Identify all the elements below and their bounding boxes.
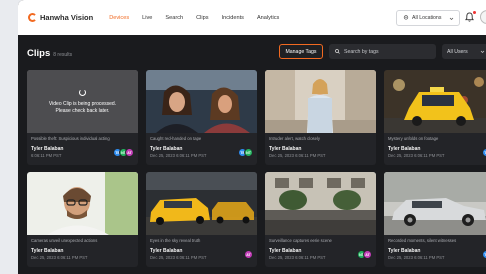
- clip-description: Recorded moments, silent witnesses: [388, 238, 457, 243]
- location-select[interactable]: All Locations: [396, 10, 460, 26]
- clip-date: Dec 25, 2023 6:06:11 PM PST: [269, 255, 326, 260]
- nav-devices[interactable]: Devices: [109, 15, 129, 21]
- logo[interactable]: Hanwha Vision: [28, 13, 93, 22]
- clip-thumbnail[interactable]: [27, 172, 138, 235]
- clip-tags: NT AT: [357, 250, 372, 259]
- nav-incidents[interactable]: Incidents: [222, 15, 244, 21]
- clip-date: Dec 25, 2023 6:06:11 PM PST: [388, 153, 445, 158]
- clip-tags: TE NT AT: [113, 148, 134, 157]
- clip-card[interactable]: Cameras unveil unexpected actions Tyler …: [27, 172, 138, 267]
- clip-date: Dec 25, 2023 6:06:11 PM PST: [31, 255, 88, 260]
- clip-owner: Tyler Balaban: [31, 146, 64, 152]
- clip-tags: AT: [244, 250, 253, 259]
- clip-description: Mystery unfolds on footage: [388, 136, 439, 141]
- clip-owner: Tyler Balaban: [388, 146, 421, 152]
- clip-owner: Tyler Balaban: [269, 248, 302, 254]
- processing-overlay: Video Clip is being processed. Please ch…: [27, 70, 138, 133]
- logo-text: Hanwha Vision: [40, 13, 94, 22]
- search-icon: [335, 49, 340, 54]
- main-nav: Devices Live Search Clips Incidents Anal…: [109, 15, 279, 21]
- logo-icon: [28, 13, 37, 22]
- clip-description: Surveillance captures eerie scene: [269, 238, 332, 243]
- clip-date: Dec 25, 2023 6:06:11 PM PST: [150, 255, 207, 260]
- clip-description: Cameras unveil unexpected actions: [31, 238, 98, 243]
- location-select-value: All Locations: [412, 15, 442, 21]
- search-box: [329, 44, 436, 59]
- search-input[interactable]: [344, 48, 434, 55]
- loading-spinner-icon: [79, 88, 86, 96]
- clip-card[interactable]: Video Clip is being processed. Please ch…: [27, 70, 138, 165]
- clip-card[interactable]: Mystery unfolds on footage Tyler Balaban…: [384, 70, 486, 165]
- clip-description: Possible theft: Suspicious individual ac…: [31, 136, 110, 141]
- clip-owner: Tyler Balaban: [150, 146, 183, 152]
- page-title: Clips 8 results: [27, 48, 72, 59]
- processing-message-line2: Please check back later.: [55, 107, 110, 114]
- nav-analytics[interactable]: Analytics: [257, 15, 279, 21]
- clip-thumbnail[interactable]: [384, 172, 486, 235]
- clip-card[interactable]: Intruder alert, watch closely Tyler Bala…: [265, 70, 376, 165]
- tag-badge: TE: [482, 250, 486, 259]
- processing-message-line1: Video Clip is being processed.: [48, 100, 117, 107]
- page-title-text: Clips: [27, 48, 51, 59]
- clip-card[interactable]: Eyes in the sky reveal truth Tyler Balab…: [146, 172, 257, 267]
- clip-date: 6:06:11 PM PST: [31, 153, 62, 158]
- clip-card[interactable]: Surveillance captures eerie scene Tyler …: [265, 172, 376, 267]
- chevron-down-icon: [480, 50, 485, 54]
- users-filter-value: All Users: [447, 48, 468, 55]
- location-pin-icon: [403, 15, 409, 20]
- clip-date: Dec 25, 2023 6:06:11 PM PST: [150, 153, 207, 158]
- clip-thumbnail[interactable]: [146, 172, 257, 235]
- app-window: Hanwha Vision Devices Live Search Clips …: [18, 0, 486, 274]
- nav-live[interactable]: Live: [142, 15, 152, 21]
- tag-badge: AT: [244, 250, 253, 259]
- clip-description: Eyes in the sky reveal truth: [150, 238, 201, 243]
- tag-badge: AT: [125, 148, 134, 157]
- chevron-down-icon: [449, 17, 454, 20]
- notification-badge: [473, 11, 476, 14]
- tag-badge: NT: [244, 148, 253, 157]
- nav-search[interactable]: Search: [165, 15, 183, 21]
- nav-clips[interactable]: Clips: [196, 15, 208, 21]
- clips-page: Clips8 results Manage Tags All Users Vid…: [18, 35, 486, 274]
- manage-tags-button[interactable]: Manage Tags: [279, 44, 323, 59]
- clip-thumbnail[interactable]: [146, 70, 257, 133]
- clip-description: Intruder alert, watch closely: [269, 136, 320, 141]
- clip-thumbnail[interactable]: [265, 70, 376, 133]
- users-filter-select[interactable]: All Users: [442, 44, 486, 59]
- tag-badge: AT: [363, 250, 372, 259]
- clip-date: Dec 25, 2023 6:06:11 PM PST: [388, 255, 445, 260]
- clip-tags: TE NT: [238, 148, 253, 157]
- tag-badge: TE: [482, 148, 486, 157]
- clip-owner: Tyler Balaban: [31, 248, 64, 254]
- clip-owner: Tyler Balaban: [150, 248, 183, 254]
- clip-description: Caught red-handed on tape: [150, 136, 202, 141]
- clip-thumbnail[interactable]: [265, 172, 376, 235]
- clip-thumbnail[interactable]: [384, 70, 486, 133]
- clip-thumbnail[interactable]: Video Clip is being processed. Please ch…: [27, 70, 138, 133]
- clip-card[interactable]: Recorded moments, silent witnesses Tyler…: [384, 172, 486, 267]
- clip-date: Dec 25, 2023 6:06:11 PM PST: [269, 153, 326, 158]
- clip-owner: Tyler Balaban: [269, 146, 302, 152]
- clip-owner: Tyler Balaban: [388, 248, 421, 254]
- results-count: 8 results: [53, 52, 73, 58]
- clip-card[interactable]: Caught red-handed on tape Tyler Balaban …: [146, 70, 257, 165]
